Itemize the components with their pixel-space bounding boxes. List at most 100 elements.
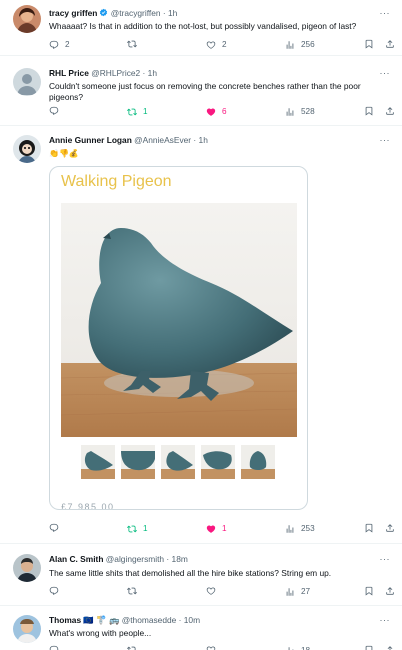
retweet-icon	[127, 107, 137, 117]
views-button[interactable]: 528	[285, 106, 315, 118]
author-name[interactable]: tracy griffen	[49, 8, 97, 18]
author-handle[interactable]: @tracygriffen	[111, 8, 161, 18]
bookmark-icon	[364, 586, 374, 596]
author-handle[interactable]: @algingersmith	[106, 554, 164, 564]
like-icon	[206, 645, 216, 650]
reply-button[interactable]: 2	[49, 39, 70, 51]
retweet-button[interactable]: 1	[127, 523, 148, 535]
tweet-text: The same little shits that demolished al…	[49, 568, 332, 578]
like-button[interactable]	[206, 586, 222, 596]
author-name[interactable]: Alan C. Smith	[49, 554, 103, 564]
avatar[interactable]	[13, 5, 41, 33]
verified-icon	[97, 8, 108, 18]
author-handle[interactable]: @thomasedde	[122, 615, 177, 625]
bookmark-button[interactable]	[364, 523, 374, 533]
thumbnail[interactable]	[121, 445, 155, 479]
views-icon	[285, 646, 295, 650]
tweet[interactable]: RHL Price @RHLPrice2 · 1h ··· Couldn't s…	[0, 56, 402, 126]
bookmark-icon	[364, 645, 374, 650]
avatar[interactable]	[13, 68, 41, 96]
tweet-text: What's wrong with people...	[49, 628, 152, 638]
views-button[interactable]: 18	[285, 645, 310, 650]
like-button[interactable]: 6	[206, 106, 227, 118]
tweet[interactable]: Alan C. Smith @algingersmith · 18m ··· T…	[0, 544, 402, 606]
like-button[interactable]: 1	[206, 523, 227, 535]
share-button[interactable]	[385, 645, 395, 650]
more-icon[interactable]: ···	[380, 554, 391, 565]
share-button[interactable]	[385, 106, 395, 116]
views-button[interactable]: 27	[285, 586, 310, 598]
views-icon	[285, 107, 295, 117]
retweet-button[interactable]	[127, 586, 143, 596]
author-name[interactable]: RHL Price	[49, 68, 89, 78]
separator: ·	[162, 8, 166, 18]
avatar[interactable]	[13, 554, 41, 582]
reply-icon	[49, 106, 59, 116]
avatar[interactable]	[13, 615, 41, 643]
like-button[interactable]: 2	[206, 39, 227, 51]
views-icon	[285, 40, 295, 50]
reply-button[interactable]	[49, 523, 65, 533]
timestamp[interactable]: 1h	[168, 8, 177, 18]
pigeon-sculpture-image	[61, 203, 297, 437]
share-button[interactable]	[385, 586, 395, 596]
retweet-count: 1	[143, 524, 148, 533]
like-count: 2	[222, 40, 227, 49]
tweet-header: RHL Price @RHLPrice2 · 1h	[49, 68, 157, 79]
views-count: 18	[301, 645, 310, 650]
like-icon	[206, 40, 216, 50]
bookmark-icon	[364, 106, 374, 116]
timestamp[interactable]: 1h	[199, 135, 208, 145]
author-name[interactable]: Annie Gunner Logan	[49, 135, 132, 145]
timestamp[interactable]: 10m	[184, 615, 200, 625]
retweet-button[interactable]	[127, 39, 143, 49]
more-icon[interactable]: ···	[380, 615, 391, 626]
bookmark-button[interactable]	[364, 586, 374, 596]
views-count: 27	[301, 587, 311, 596]
like-icon	[206, 586, 216, 596]
reply-button[interactable]	[49, 586, 65, 596]
thumbnail[interactable]	[201, 445, 235, 479]
tweet[interactable]: Thomas 🇪🇺 🚏 🚌 @thomasedde · 10m ··· What…	[0, 606, 402, 650]
reply-count: 2	[65, 40, 70, 49]
thumbnail[interactable]	[161, 445, 195, 479]
retweet-button[interactable]	[127, 645, 143, 650]
author-name[interactable]: Thomas 🇪🇺 🚏 🚌	[49, 615, 119, 625]
tweet-actions: 27	[49, 586, 393, 598]
share-button[interactable]	[385, 523, 395, 533]
reply-icon	[49, 523, 59, 533]
link-card[interactable]: Walking Pigeon £7,985.00	[49, 166, 308, 510]
views-button[interactable]: 253	[285, 523, 315, 535]
tweet-actions: 18	[49, 645, 393, 650]
more-icon[interactable]: ···	[380, 135, 391, 146]
bookmark-button[interactable]	[364, 39, 374, 49]
like-icon	[206, 107, 216, 117]
author-handle[interactable]: @AnnieAsEver	[134, 135, 191, 145]
thumbnail[interactable]	[241, 445, 275, 479]
tweet-actions: 1 1 253	[49, 523, 393, 535]
more-icon[interactable]: ···	[380, 68, 391, 79]
avatar[interactable]	[13, 135, 41, 163]
tweet[interactable]: tracy griffen @tracygriffen · 1h ··· Wha…	[0, 0, 402, 56]
retweet-icon	[127, 586, 137, 596]
like-count: 6	[222, 107, 227, 116]
reply-button[interactable]	[49, 645, 65, 650]
more-icon[interactable]: ···	[380, 8, 391, 19]
share-icon	[385, 586, 395, 596]
retweet-icon	[127, 39, 137, 49]
retweet-button[interactable]: 1	[127, 106, 148, 118]
bookmark-button[interactable]	[364, 106, 374, 116]
thumbnail[interactable]	[81, 445, 115, 479]
timestamp[interactable]: 18m	[172, 554, 188, 564]
like-button[interactable]	[206, 645, 222, 650]
tweet-actions: 1 6 528	[49, 106, 393, 118]
tweet[interactable]: Annie Gunner Logan @AnnieAsEver · 1h ···…	[0, 126, 402, 544]
separator: ·	[166, 554, 170, 564]
bookmark-button[interactable]	[364, 645, 374, 650]
reply-button[interactable]	[49, 106, 65, 116]
author-handle[interactable]: @RHLPrice2	[91, 68, 140, 78]
share-button[interactable]	[385, 39, 395, 49]
views-button[interactable]: 256	[285, 39, 315, 51]
timestamp[interactable]: 1h	[148, 68, 157, 78]
tweet-text: Couldn't someone just focus on removing …	[49, 81, 361, 102]
